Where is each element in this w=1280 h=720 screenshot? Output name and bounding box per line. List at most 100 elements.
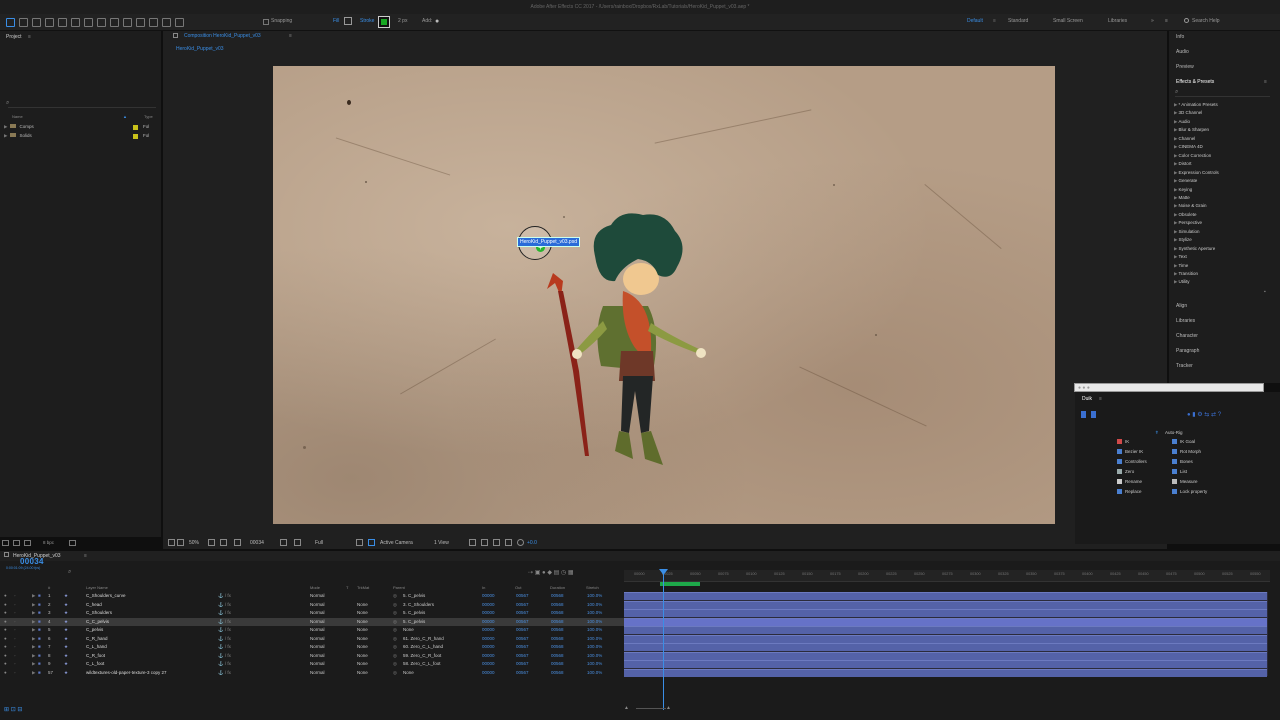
show-channel-icon[interactable] xyxy=(294,539,301,546)
close-tab-icon[interactable] xyxy=(4,552,9,557)
panel-menu-icon[interactable]: ≡ xyxy=(1264,79,1267,85)
parent-dropdown[interactable]: None xyxy=(403,669,414,678)
in-point[interactable]: 00000 xyxy=(482,643,495,652)
composition-tab[interactable]: Composition HeroKid_Puppet_v03 xyxy=(184,32,261,40)
blend-mode-dropdown[interactable]: Normal xyxy=(310,660,325,669)
duration[interactable]: 00568 xyxy=(551,609,564,618)
blend-mode-dropdown[interactable]: Normal xyxy=(310,592,325,601)
stretch[interactable]: 100.0% xyxy=(587,601,602,610)
parent-dropdown[interactable]: 58. Zero_C_L_foot xyxy=(403,660,441,669)
audio-toggle-icon[interactable]: ◦ xyxy=(14,592,16,601)
resolution-dropdown[interactable]: Full xyxy=(315,537,323,549)
column-header[interactable]: Stretch xyxy=(586,585,599,590)
stretch[interactable]: 100.0% xyxy=(587,626,602,635)
out-point[interactable]: 00567 xyxy=(516,635,529,644)
expand-arrow-icon[interactable]: ▶ xyxy=(1174,178,1177,183)
label-color-chip[interactable]: ■ xyxy=(38,626,41,635)
visibility-eye-icon[interactable]: ● xyxy=(4,652,7,661)
panel-menu-icon[interactable]: ≡ xyxy=(28,33,31,41)
blend-mode-dropdown[interactable]: Normal xyxy=(310,643,325,652)
audio-toggle-icon[interactable]: ◦ xyxy=(14,609,16,618)
stretch[interactable]: 100.0% xyxy=(587,660,602,669)
effect-category[interactable]: ▶Audio xyxy=(1174,119,1190,125)
expand-arrow-icon[interactable]: ▶ xyxy=(1174,279,1177,284)
visibility-eye-icon[interactable]: ● xyxy=(4,609,7,618)
label-color-chip[interactable]: ■ xyxy=(38,618,41,627)
duration[interactable]: 00568 xyxy=(551,635,564,644)
out-point[interactable]: 00567 xyxy=(516,592,529,601)
timeline-zoom-bar[interactable]: ▲ ▲ xyxy=(624,705,1268,713)
in-point[interactable]: 00000 xyxy=(482,609,495,618)
rotate-tool-icon[interactable] xyxy=(45,18,54,27)
duik-button-replace[interactable]: Replace xyxy=(1117,488,1142,495)
expand-arrow-icon[interactable]: ▶ xyxy=(1174,203,1177,208)
zoom-out-icon[interactable]: ▲ xyxy=(624,705,629,711)
duik-home-icon[interactable] xyxy=(1081,411,1086,418)
expand-arrow-icon[interactable]: ▶ xyxy=(4,132,7,140)
pen-tool-icon[interactable] xyxy=(97,18,106,27)
effect-category[interactable]: ▶CINEMA 4D xyxy=(1174,144,1203,150)
duration[interactable]: 00568 xyxy=(551,643,564,652)
expand-arrow-icon[interactable]: ▶ xyxy=(1174,220,1177,225)
layer-row[interactable]: ● ◦ ▶ ■ 8 ★ C_R_foot ⚓ / fx Normal None ◎ 59. Zero_… xyxy=(0,652,624,661)
expand-arrow-icon[interactable]: ▶ xyxy=(32,626,35,635)
audio-tab[interactable]: Audio xyxy=(1176,49,1189,55)
in-point[interactable]: 00000 xyxy=(482,660,495,669)
audio-toggle-icon[interactable]: ◦ xyxy=(14,652,16,661)
effect-category[interactable]: ▶Time xyxy=(1174,263,1188,269)
reset-exposure-icon[interactable] xyxy=(517,539,524,546)
duik-settings-icon[interactable] xyxy=(1091,411,1096,418)
timeline-switches-icons[interactable]: ⇢ ▣ ● ◆ ▤ ◷ ▦ xyxy=(528,569,574,576)
project-col-type[interactable]: Type xyxy=(144,114,153,119)
visibility-eye-icon[interactable]: ● xyxy=(4,601,7,610)
blend-mode-dropdown[interactable]: Normal xyxy=(310,601,325,610)
track-matte-dropdown[interactable]: None xyxy=(357,660,368,669)
expand-arrow-icon[interactable]: ▶ xyxy=(1174,263,1177,268)
safe-zones-icon[interactable] xyxy=(208,539,215,546)
window-controls[interactable]: ● ● ● xyxy=(1078,385,1090,391)
current-time[interactable]: 00034 xyxy=(20,557,44,566)
column-header[interactable]: TrkMat xyxy=(357,585,369,590)
puppet-tool-icon[interactable] xyxy=(175,18,184,27)
roto-tool-icon[interactable] xyxy=(162,18,171,27)
stroke-swatch[interactable] xyxy=(378,16,390,28)
transparency-grid-icon[interactable] xyxy=(368,539,375,546)
expand-arrow-icon[interactable]: ▶ xyxy=(32,660,35,669)
effect-category[interactable]: ▶Keying xyxy=(1174,187,1192,193)
add-icon[interactable]: ● xyxy=(435,17,439,26)
parent-dropdown[interactable]: 60. Zero_C_L_hand xyxy=(403,643,443,652)
layer-switches-icons[interactable]: ⚓ / fx xyxy=(218,669,231,678)
audio-toggle-icon[interactable]: ◦ xyxy=(14,626,16,635)
pick-whip-icon[interactable]: ◎ xyxy=(393,652,397,661)
sort-arrow-icon[interactable]: ▲ xyxy=(123,114,127,119)
parent-dropdown[interactable]: 59. Zero_C_R_foot xyxy=(403,652,441,661)
layer-name[interactable]: C_Shoulders xyxy=(86,609,112,618)
parent-dropdown[interactable]: 5. C_pelvis xyxy=(403,618,425,627)
track-matte-dropdown[interactable]: None xyxy=(357,609,368,618)
fast-preview-icon[interactable] xyxy=(481,539,488,546)
parent-dropdown[interactable]: 5. C_pelvis xyxy=(403,592,425,601)
blend-mode-dropdown[interactable]: Normal xyxy=(310,652,325,661)
track-matte-dropdown[interactable]: None xyxy=(357,618,368,627)
expand-arrow-icon[interactable]: ▶ xyxy=(32,601,35,610)
out-point[interactable]: 00567 xyxy=(516,618,529,627)
trash-icon[interactable] xyxy=(69,540,76,546)
visibility-eye-icon[interactable]: ● xyxy=(4,643,7,652)
effect-category[interactable]: ▶Synthetic Aperture xyxy=(1174,246,1215,252)
pick-whip-icon[interactable]: ◎ xyxy=(393,626,397,635)
layer-name[interactable]: C_head xyxy=(86,601,102,610)
expand-arrow-icon[interactable]: ▶ xyxy=(1174,246,1177,251)
parent-dropdown[interactable]: None xyxy=(403,626,414,635)
in-point[interactable]: 00000 xyxy=(482,618,495,627)
out-point[interactable]: 00567 xyxy=(516,669,529,678)
fill-swatch[interactable] xyxy=(344,17,352,25)
pick-whip-icon[interactable]: ◎ xyxy=(393,643,397,652)
workspace-default[interactable]: Default xyxy=(967,17,983,26)
expand-arrow-icon[interactable]: ▶ xyxy=(4,123,7,131)
layer-row[interactable]: ● ◦ ▶ ■ 4 ★ C_C_pelvis ⚓ / fx Normal None ◎ 5. C_pe… xyxy=(0,617,624,627)
duration[interactable]: 00568 xyxy=(551,618,564,627)
duik-button-measure[interactable]: Measure xyxy=(1172,478,1198,485)
visibility-eye-icon[interactable]: ● xyxy=(4,669,7,678)
tracker-tab[interactable]: Tracker xyxy=(1176,363,1193,369)
expand-arrow-icon[interactable]: ▶ xyxy=(1174,136,1177,141)
